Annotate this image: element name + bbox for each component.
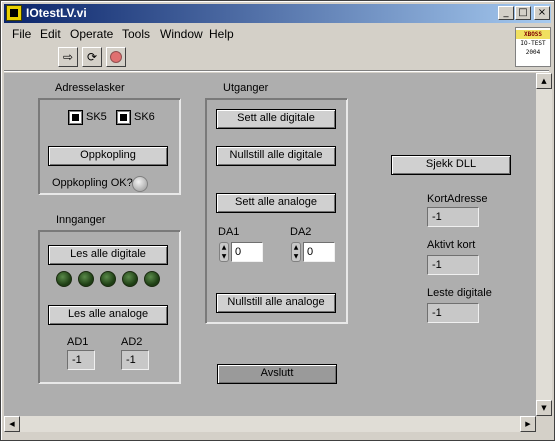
sk6-checkbox[interactable]	[116, 110, 131, 125]
toolbar: ⇨ ⟳	[4, 45, 514, 69]
kortadresse-label: KortAdresse	[427, 193, 488, 205]
nullstill-alle-analoge-button[interactable]: Nullstill alle analoge	[216, 293, 336, 313]
les-alle-digitale-button[interactable]: Les alle digitale	[48, 245, 168, 265]
da1-increment-decrement-icon[interactable]: ▲ ▼	[219, 242, 229, 262]
kortadresse-indicator: -1	[427, 207, 479, 227]
vi-window: IOtestLV.vi _ □ × File Edit Operate Tool…	[0, 0, 555, 441]
resize-grip[interactable]	[536, 416, 552, 432]
da2-label: DA2	[290, 226, 312, 238]
sk6-label: SK6	[134, 111, 155, 123]
horizontal-scrollbar[interactable]: ◀ ▶	[4, 416, 536, 432]
maximize-button[interactable]: □	[515, 6, 531, 20]
da2-input[interactable]: 0	[303, 242, 335, 262]
digital-input-led-2	[78, 271, 94, 287]
digital-input-led-4	[122, 271, 138, 287]
sjekk-dll-button[interactable]: Sjekk DLL	[391, 155, 511, 175]
avslutt-button[interactable]: Avslutt	[217, 364, 337, 384]
innganger-title: Innganger	[56, 214, 106, 226]
ad1-label: AD1	[67, 336, 89, 348]
vi-logo-icon: XBOSS IO-TEST 2004	[515, 27, 551, 67]
sett-alle-digitale-button[interactable]: Sett alle digitale	[216, 109, 336, 129]
ad2-label: AD2	[121, 336, 143, 348]
menu-window[interactable]: Window	[160, 27, 203, 41]
menu-tools[interactable]: Tools	[122, 27, 150, 41]
digital-input-led-5	[144, 271, 160, 287]
nullstill-alle-digitale-button[interactable]: Nullstill alle digitale	[216, 146, 336, 166]
menu-help[interactable]: Help	[209, 27, 234, 41]
da1-input[interactable]: 0	[231, 242, 263, 262]
scroll-left-icon[interactable]: ◀	[4, 416, 20, 432]
menu-file[interactable]: File	[12, 27, 31, 41]
toolbar-divider	[4, 70, 549, 72]
ad2-indicator: -1	[121, 350, 149, 370]
menu-edit[interactable]: Edit	[40, 27, 61, 41]
front-panel: Adresselasker SK5 SK6 Oppkopling Oppkopl…	[4, 73, 536, 416]
scroll-right-icon[interactable]: ▶	[520, 416, 536, 432]
scroll-down-icon[interactable]: ▼	[536, 400, 552, 416]
window-title: IOtestLV.vi	[26, 6, 87, 20]
leste-digitale-indicator: -1	[427, 303, 479, 323]
utganger-title: Utganger	[223, 82, 269, 94]
adresselasker-title: Adresselasker	[55, 82, 125, 94]
oppkopling-button[interactable]: Oppkopling	[48, 146, 168, 166]
sett-alle-analoge-button[interactable]: Sett alle analoge	[216, 193, 336, 213]
run-arrow-icon[interactable]: ⇨	[58, 47, 78, 67]
aktivt-kort-indicator: -1	[427, 255, 479, 275]
ad1-indicator: -1	[67, 350, 95, 370]
menu-bar: File Edit Operate Tools Window Help	[4, 25, 514, 43]
abort-execution-icon[interactable]	[106, 47, 126, 67]
aktivt-kort-label: Aktivt kort	[427, 239, 476, 251]
menu-operate[interactable]: Operate	[70, 27, 113, 41]
digital-input-led-1	[56, 271, 72, 287]
sk5-checkbox[interactable]	[68, 110, 83, 125]
les-alle-analoge-button[interactable]: Les alle analoge	[48, 305, 168, 325]
scroll-up-icon[interactable]: ▲	[536, 73, 552, 89]
close-button[interactable]: ×	[534, 6, 550, 20]
minimize-button[interactable]: _	[498, 6, 514, 20]
da1-label: DA1	[218, 226, 240, 238]
vertical-scrollbar[interactable]: ▲ ▼	[536, 73, 552, 416]
labview-vi-icon	[6, 5, 22, 21]
oppkopling-ok-label: Oppkopling OK?	[52, 177, 133, 189]
da2-increment-decrement-icon[interactable]: ▲ ▼	[291, 242, 301, 262]
run-continuously-icon[interactable]: ⟳	[82, 47, 102, 67]
oppkopling-ok-led	[132, 176, 148, 192]
sk5-label: SK5	[86, 111, 107, 123]
leste-digitale-label: Leste digitale	[427, 287, 492, 299]
digital-input-led-3	[100, 271, 116, 287]
title-bar[interactable]: IOtestLV.vi _ □ ×	[4, 4, 551, 23]
